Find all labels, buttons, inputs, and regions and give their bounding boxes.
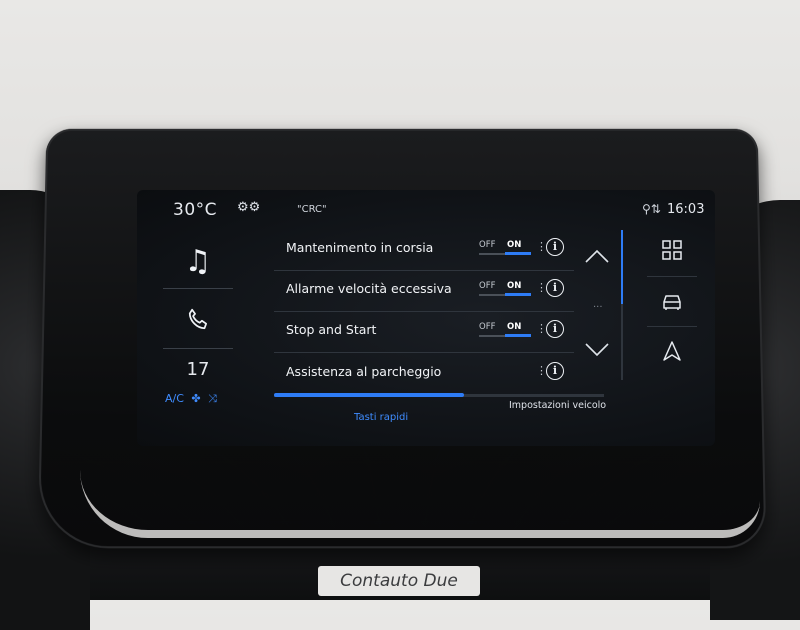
toggle-switch[interactable]: OFF ON [479, 322, 531, 338]
toggle-indicator [505, 252, 531, 255]
tab-quick-keys[interactable]: Tasti rapidi [354, 412, 408, 423]
location-pin-icon: ⚲⇅ [642, 202, 661, 216]
chevron-down-icon[interactable] [583, 340, 611, 368]
toggle-indicator [505, 334, 531, 337]
scrollbar-thumb[interactable] [621, 230, 623, 304]
cabin-temperature[interactable]: 30°C [173, 200, 217, 220]
divider [647, 276, 697, 277]
setting-label: Assistenza al parcheggio [286, 364, 442, 379]
info-icon[interactable]: i [546, 320, 564, 338]
tab-vehicle-settings[interactable]: Impostazioni veicolo [509, 400, 606, 411]
phone-icon[interactable] [157, 292, 239, 348]
navigation-arrow-icon[interactable] [637, 340, 707, 367]
setting-row[interactable]: Allarme velocità eccessiva OFF ON ⋮ i [274, 271, 574, 311]
chrome-trim [80, 470, 760, 538]
toggle-off-label: OFF [479, 281, 496, 291]
info-icon[interactable]: i [546, 279, 564, 297]
divider [647, 326, 697, 327]
crc-label: "CRC" [297, 204, 327, 215]
ac-label[interactable]: A/C [165, 392, 184, 405]
toggle-off-label: OFF [479, 322, 496, 332]
bottom-tabs: Tasti rapidi Impostazioni veicolo [274, 388, 694, 438]
chevron-up-icon[interactable] [583, 246, 611, 274]
toggle-indicator [505, 293, 531, 296]
car-icon[interactable] [637, 292, 707, 316]
clock: 16:03 [667, 202, 705, 217]
list-scroll-controls: ··· [577, 240, 617, 380]
setting-row[interactable]: Mantenimento in corsia OFF ON ⋮ i [274, 230, 574, 270]
music-icon[interactable]: ♫ [157, 236, 239, 286]
setting-label: Stop and Start [286, 322, 377, 337]
toggle-switch[interactable]: OFF ON [479, 281, 531, 297]
apps-grid-icon[interactable] [637, 240, 707, 265]
right-shortcut-column [637, 230, 707, 380]
divider [163, 288, 233, 289]
toggle-on-label: ON [507, 281, 522, 291]
airflow-icon[interactable]: ⤨ [208, 392, 217, 405]
setting-row[interactable]: Stop and Start OFF ON ⋮ i [274, 312, 574, 352]
gear-icon[interactable]: ⚙⚙ [237, 200, 260, 215]
infotainment-screen: 30°C ⚙⚙ "CRC" ⚲⇅ 16:03 ♫ 17 A/C ✤ ⤨ Mant… [137, 190, 715, 446]
fan-icon[interactable]: ✤ [191, 392, 200, 405]
watermark-logo: Contauto Due [318, 566, 480, 596]
left-shortcut-column: ♫ 17 [157, 230, 239, 410]
setting-label: Allarme velocità eccessiva [286, 281, 452, 296]
status-bar: 30°C ⚙⚙ "CRC" ⚲⇅ 16:03 [137, 190, 715, 228]
info-icon[interactable]: i [546, 238, 564, 256]
toggle-on-label: ON [507, 240, 522, 250]
scroll-dots-icon: ··· [593, 302, 603, 313]
fan-speed-value[interactable]: 17 [157, 352, 239, 386]
divider [163, 348, 233, 349]
climate-controls[interactable]: A/C ✤ ⤨ [165, 392, 221, 406]
setting-label: Mantenimento in corsia [286, 240, 434, 255]
tab-active-indicator [274, 393, 464, 397]
toggle-on-label: ON [507, 322, 522, 332]
toggle-off-label: OFF [479, 240, 496, 250]
info-icon[interactable]: i [546, 362, 564, 380]
toggle-switch[interactable]: OFF ON [479, 240, 531, 256]
divider [274, 352, 574, 353]
